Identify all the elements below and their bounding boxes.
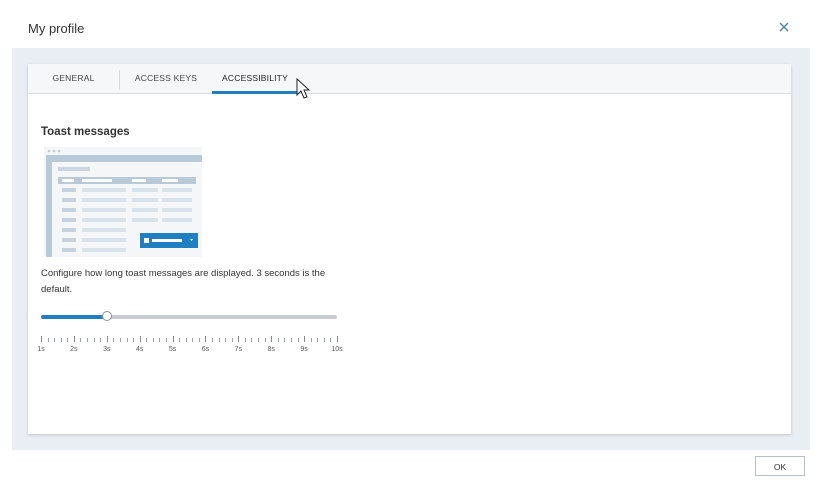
close-button[interactable] [776, 19, 792, 35]
slider-tick-minor [192, 338, 194, 342]
slider-tick-minor [54, 338, 56, 342]
slider-tick-minor [330, 338, 332, 342]
slider-tick-minor [133, 338, 135, 342]
slider-tick-minor [80, 338, 82, 342]
slider-tick-minor [323, 338, 325, 342]
slider-tick-minor [47, 338, 49, 342]
mouse-cursor-icon [296, 78, 311, 99]
slider-tick-major [205, 336, 207, 342]
slider-tick-minor [198, 338, 200, 342]
slider-tick-minor [310, 338, 312, 342]
slider-tick-label: 7s [234, 346, 243, 353]
slider-tick-label: 8s [267, 346, 275, 353]
slider-tick-minor [284, 338, 286, 342]
close-icon [779, 22, 789, 32]
slider-tick-minor [67, 338, 69, 342]
slider-tick-major [139, 336, 141, 342]
tab-bar: GENERAL ACCESS KEYS ACCESSIBILITY [28, 64, 791, 94]
slider-tick-major [304, 336, 306, 342]
slider-tick-minor [231, 338, 233, 342]
toast-duration-slider[interactable] [41, 310, 337, 324]
tab-accessibility[interactable]: ACCESSIBILITY [212, 64, 298, 94]
slider-tick-minor [185, 338, 187, 342]
slider-tick-minor [258, 338, 260, 342]
slider-tick-minor [113, 338, 115, 342]
slider-tick-minor [87, 338, 89, 342]
slider-tick-labels: 1s 2s 3s 4s 5s 6s 7s 8s 9s 10s [37, 346, 342, 356]
slider-tick-minor [297, 338, 299, 342]
slider-tick-minor [146, 338, 148, 342]
slider-tick-minor [159, 338, 161, 342]
dialog-title: My profile [28, 21, 85, 36]
slider-tick-minor [290, 338, 292, 342]
slider-tick-label: 10s [331, 346, 343, 353]
toast-preview-illustration [44, 147, 202, 257]
slider-tick-major [271, 336, 273, 342]
tab-access-keys[interactable]: ACCESS KEYS [120, 64, 212, 93]
slider-tick-minor [264, 338, 266, 342]
slider-tick-minor [244, 338, 246, 342]
slider-tick-minor [179, 338, 181, 342]
slider-tick-minor [100, 338, 102, 342]
slider-tick-minor [212, 338, 214, 342]
slider-tick-minor [126, 338, 128, 342]
slider-tick-label: 3s [103, 346, 111, 353]
slider-tick-minor [225, 338, 227, 342]
slider-fill [41, 315, 107, 319]
slider-tick-minor [317, 338, 319, 342]
slider-tick-label: 6s [201, 346, 210, 353]
settings-card: GENERAL ACCESS KEYS ACCESSIBILITY Toast … [28, 64, 791, 434]
slider-tick-minor [119, 338, 121, 342]
ok-button[interactable]: OK [755, 456, 805, 476]
slider-ticks [41, 336, 338, 344]
slider-tick-major [73, 336, 75, 342]
slider-tick-minor [165, 338, 167, 342]
toast-description: Configure how long toast messages are di… [41, 268, 326, 295]
slider-tick-label: 1s [37, 346, 45, 353]
slider-tick-label: 4s [135, 346, 144, 353]
section-title: Toast messages [41, 126, 130, 138]
slider-tick-label: 9s [300, 346, 308, 353]
slider-tick-minor [251, 338, 253, 342]
slider-tick-label: 5s [168, 346, 177, 353]
slider-tick-major [337, 336, 338, 342]
slider-tick-major [172, 336, 174, 342]
slider-tick-major [238, 336, 240, 342]
slider-tick-label: 2s [70, 346, 78, 353]
tab-general[interactable]: GENERAL [28, 64, 119, 93]
slider-tick-minor [218, 338, 220, 342]
slider-thumb[interactable] [101, 311, 112, 321]
slider-tick-minor [277, 338, 279, 342]
slider-tick-minor [60, 338, 62, 342]
slider-tick-minor [93, 338, 95, 342]
slider-tick-major [41, 336, 42, 342]
slider-tick-major [106, 336, 108, 342]
slider-tick-minor [152, 338, 154, 342]
